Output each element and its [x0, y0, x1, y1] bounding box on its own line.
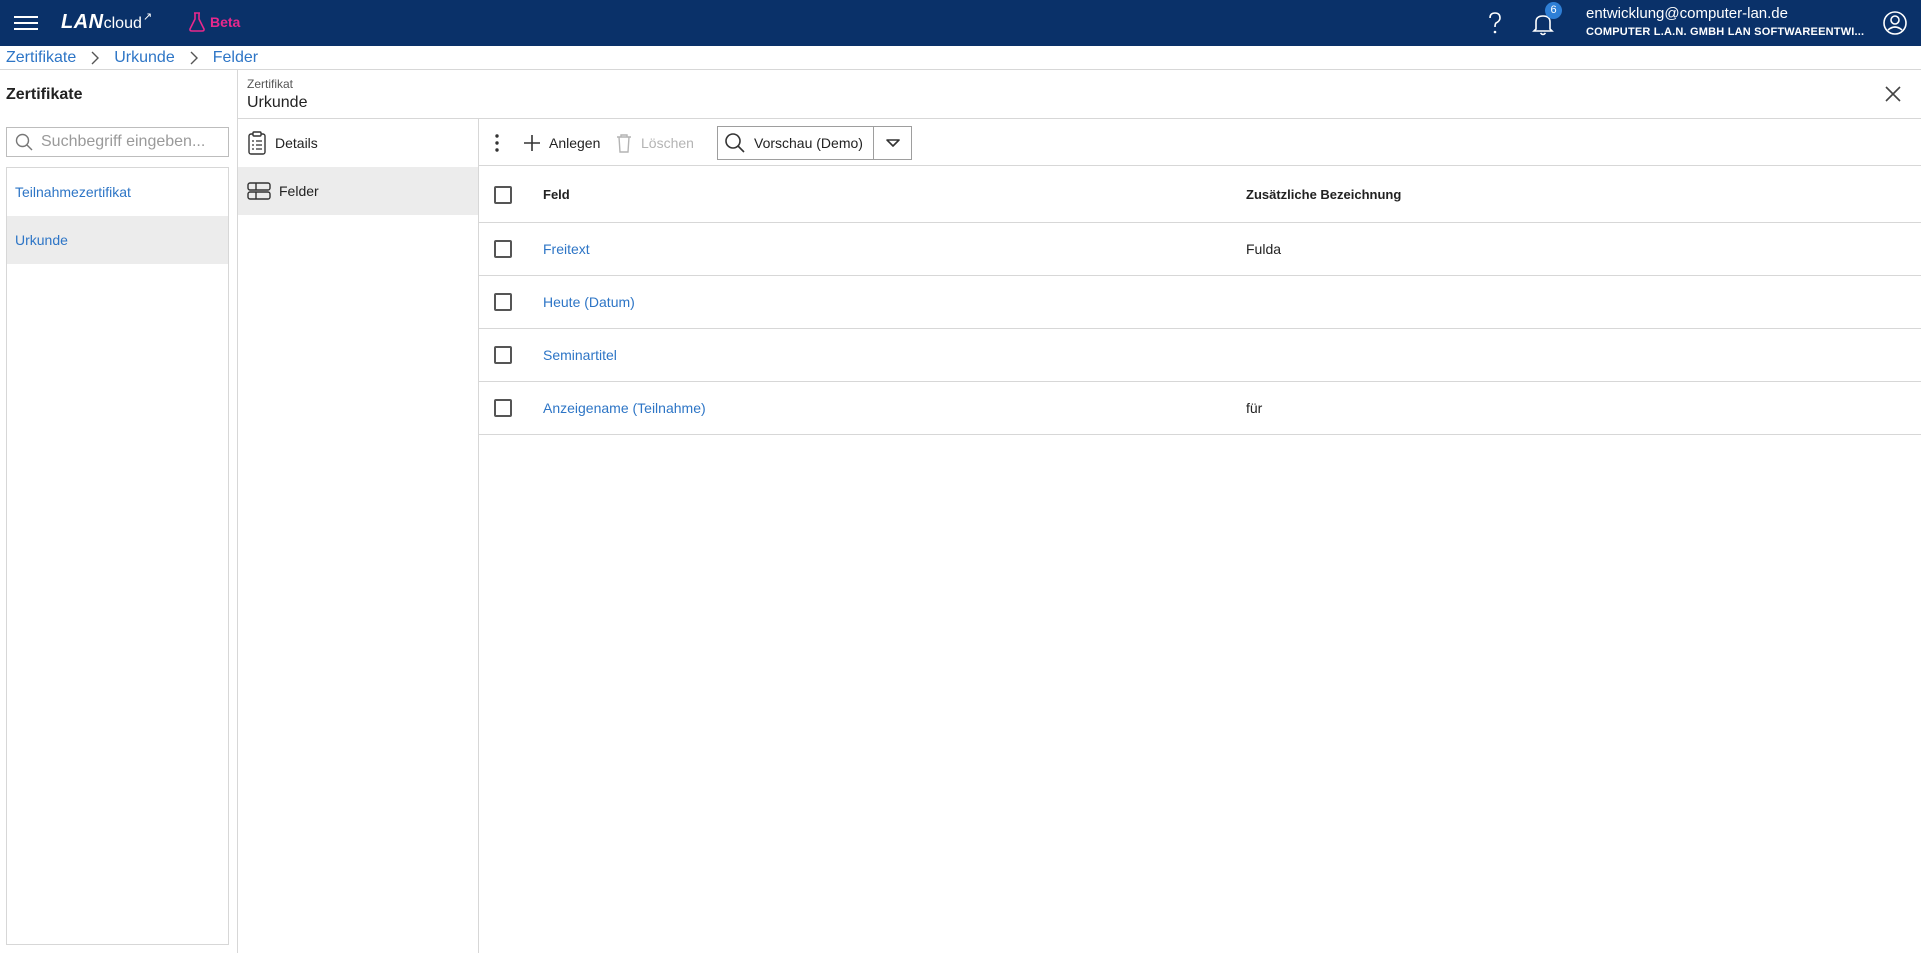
nav-label-details: Details: [275, 135, 318, 151]
user-email: entwicklung@computer-lan.de: [1586, 5, 1788, 22]
plus-icon: [524, 135, 540, 151]
user-info[interactable]: entwicklung@computer-lan.de COMPUTER L.A…: [1586, 5, 1876, 38]
table-header-row: Feld Zusätzliche Bezeichnung: [479, 167, 1921, 223]
certificates-list: Teilnahmezertifikat Urkunde: [6, 167, 229, 945]
add-label: Anlegen: [549, 135, 601, 151]
hamburger-menu-icon[interactable]: [12, 12, 40, 34]
delete-label: Löschen: [641, 135, 694, 151]
fields-icon: [247, 182, 271, 200]
column-header-feld[interactable]: Feld: [543, 187, 570, 202]
row-checkbox[interactable]: [494, 293, 512, 311]
field-link[interactable]: Seminartitel: [543, 347, 617, 363]
detail-title: Urkunde: [247, 94, 308, 111]
list-item-urkunde[interactable]: Urkunde: [7, 216, 228, 264]
notification-count-badge: 6: [1545, 2, 1562, 19]
delete-button[interactable]: Löschen: [615, 130, 694, 156]
breadcrumb-felder[interactable]: Felder: [213, 49, 258, 67]
field-extra-label: Fulda: [1246, 241, 1282, 257]
search-box[interactable]: [6, 127, 229, 157]
account-icon[interactable]: [1882, 10, 1908, 36]
row-checkbox[interactable]: [494, 346, 512, 364]
nav-label-felder: Felder: [279, 183, 319, 199]
breadcrumb-urkunde[interactable]: Urkunde: [114, 49, 174, 67]
beta-label: Beta: [210, 14, 241, 30]
table-row[interactable]: Freitext Fulda: [479, 223, 1921, 276]
preview-dropdown-button[interactable]: [873, 126, 912, 160]
field-link[interactable]: Freitext: [543, 241, 590, 257]
user-organization: COMPUTER L.A.N. GMBH LAN SOFTWAREENTWI..…: [1586, 26, 1865, 38]
select-all-checkbox[interactable]: [494, 186, 512, 204]
logo-lan-text: LAN: [61, 11, 104, 33]
trash-icon: [617, 134, 631, 153]
chevron-right-icon: [90, 51, 100, 65]
row-checkbox[interactable]: [494, 240, 512, 258]
preview-label: Vorschau (Demo): [754, 135, 863, 151]
logo-arrow-icon: ↗: [142, 11, 153, 23]
row-checkbox[interactable]: [494, 399, 512, 417]
toolbar: Anlegen Löschen Vorschau (Demo): [479, 119, 1921, 166]
nav-item-felder[interactable]: Felder: [238, 167, 478, 215]
beta-badge: Beta: [188, 12, 240, 32]
preview-button[interactable]: Vorschau (Demo): [717, 126, 874, 160]
help-icon[interactable]: [1480, 8, 1510, 38]
flask-icon: [189, 12, 205, 32]
breadcrumb-zertifikate[interactable]: Zertifikate: [6, 49, 76, 67]
more-options-icon[interactable]: [489, 131, 505, 155]
certificates-list-panel: Zertifikate Teilnahmezertifikat Urkunde: [0, 70, 238, 953]
detail-subtitle: Zertifikat: [247, 77, 294, 91]
table-row[interactable]: Seminartitel: [479, 329, 1921, 382]
fields-content: Anlegen Löschen Vorschau (Demo) Feld Zus…: [479, 119, 1921, 953]
close-icon[interactable]: [1883, 84, 1903, 104]
top-bar: LAN cloud ↗ Beta 6 entwicklung@computer-…: [0, 0, 1921, 46]
clipboard-icon: [248, 131, 266, 155]
field-link[interactable]: Heute (Datum): [543, 294, 635, 310]
search-icon: [15, 133, 33, 151]
table-row[interactable]: Anzeigename (Teilnahme) für: [479, 382, 1921, 435]
search-icon: [725, 133, 745, 153]
field-extra-label: für: [1246, 400, 1263, 416]
panel-title: Zertifikate: [6, 86, 83, 103]
detail-navigation: Details Felder: [238, 119, 479, 953]
lancloud-logo[interactable]: LAN cloud ↗: [61, 11, 152, 35]
chevron-down-icon: [885, 139, 900, 147]
logo-cloud-text: cloud: [103, 15, 142, 32]
detail-header: Zertifikat Urkunde: [238, 70, 1921, 119]
fields-table: Feld Zusätzliche Bezeichnung Freitext Fu…: [479, 167, 1921, 435]
search-input[interactable]: [41, 133, 221, 151]
column-header-zusatz[interactable]: Zusätzliche Bezeichnung: [1246, 187, 1401, 202]
list-item-teilnahmezertifikat[interactable]: Teilnahmezertifikat: [7, 168, 228, 216]
breadcrumb: Zertifikate Urkunde Felder: [0, 46, 1921, 70]
table-row[interactable]: Heute (Datum): [479, 276, 1921, 329]
nav-item-details[interactable]: Details: [238, 119, 478, 167]
field-link[interactable]: Anzeigename (Teilnahme): [543, 400, 706, 416]
add-button[interactable]: Anlegen: [523, 130, 600, 156]
chevron-right-icon: [189, 51, 199, 65]
